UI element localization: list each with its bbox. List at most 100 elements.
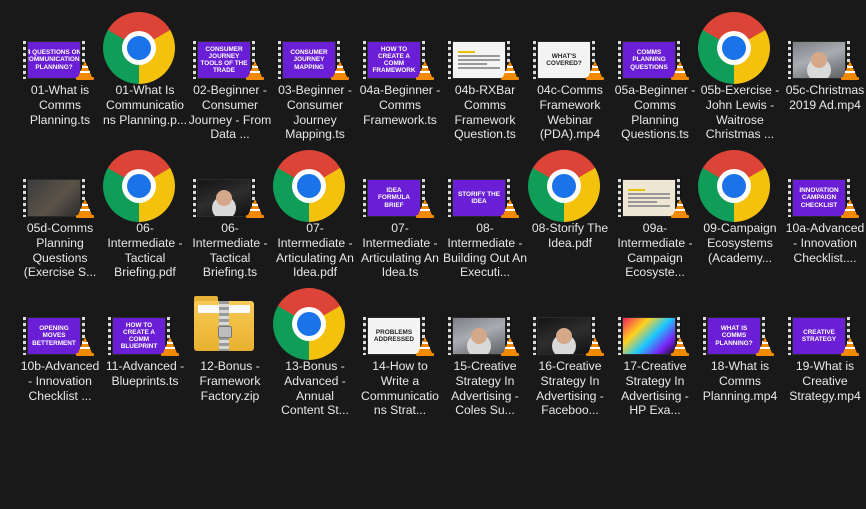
- vlc-cone-icon: [671, 199, 689, 219]
- file-item[interactable]: STORIFY THE IDEA 08-Intermediate - Buildi…: [443, 144, 528, 280]
- video-thumbnail: CONSUMER JOURNEY MAPPING: [273, 6, 357, 82]
- file-grid: 4 QUESTIONS ON COMMUNICATIONS PLANNING? 0…: [0, 0, 866, 509]
- file-item[interactable]: OPENING MOVES BETTERMENT 10b-Advanced - I…: [18, 282, 102, 416]
- thumbnail-title: CONSUMER JOURNEY TOOLS OF THE TRADE: [200, 45, 248, 75]
- thumbnail-title: WHAT'S COVERED?: [546, 52, 582, 67]
- file-item[interactable]: INNOVATION CAMPAIGN CHECKLIST 10a-Advance…: [783, 144, 866, 278]
- file-item[interactable]: 07-Intermediate - Articulating An Idea.p…: [273, 144, 357, 279]
- file-item[interactable]: 12-Bonus - Framework Factory.zip: [188, 282, 272, 416]
- file-item[interactable]: CONSUMER JOURNEY MAPPING 03-Beginner - Co…: [273, 6, 357, 142]
- thumbnail-title: INNOVATION CAMPAIGN CHECKLIST: [799, 187, 839, 209]
- zip-folder-icon: [194, 296, 254, 354]
- file-name: 04c-Comms Framework Webinar (PDA).mp4: [537, 83, 603, 142]
- vlc-cone-icon: [416, 199, 434, 219]
- person-preview: [556, 328, 572, 344]
- pdf-file-icon: [273, 282, 357, 360]
- vlc-cone-icon: [841, 199, 859, 219]
- thumbnail-title: CREATIVE STRATEGY: [801, 328, 837, 343]
- chrome-icon: [103, 150, 175, 222]
- video-thumbnail: [528, 282, 612, 358]
- file-item[interactable]: 4 QUESTIONS ON COMMUNICATIONS PLANNING? 0…: [18, 6, 102, 140]
- person-preview: [811, 52, 827, 68]
- file-item[interactable]: 04b-RXBar Comms Framework Question.ts: [443, 6, 527, 142]
- thumbnail-frame: OPENING MOVES BETTERMENT: [28, 318, 80, 354]
- file-item[interactable]: CONSUMER JOURNEY TOOLS OF THE TRADE 02-Be…: [188, 6, 272, 142]
- document-preview: [458, 49, 500, 71]
- file-item[interactable]: 05b-Exercise - John Lewis - Waitrose Chr…: [698, 6, 782, 141]
- file-item[interactable]: CREATIVE STRATEGY 19-What is Creative Str…: [783, 282, 866, 416]
- video-thumbnail: CREATIVE STRATEGY: [783, 282, 866, 358]
- file-name: 15-Creative Strategy In Advertising - Co…: [451, 359, 519, 418]
- file-item[interactable]: PROBLEMS ADDRESSED 14-How to Write a Comm…: [358, 282, 442, 418]
- file-item[interactable]: WHAT IS COMMS PLANNING? 18-What is Comms …: [698, 282, 782, 416]
- video-thumbnail: WHAT'S COVERED?: [528, 6, 612, 82]
- pdf-file-icon: [273, 144, 357, 222]
- thumbnail-frame: WHAT IS COMMS PLANNING?: [708, 318, 760, 354]
- file-name: 03-Beginner - Consumer Journey Mapping.t…: [278, 83, 352, 142]
- person-preview: [216, 190, 232, 206]
- file-name: 04b-RXBar Comms Framework Question.ts: [454, 83, 516, 142]
- thumbnail-frame: CONSUMER JOURNEY MAPPING: [283, 42, 335, 78]
- pdf-file-icon: [698, 144, 782, 222]
- file-name: 07-Intermediate - Articulating An Idea.t…: [361, 221, 439, 280]
- video-thumbnail: 4 QUESTIONS ON COMMUNICATIONS PLANNING?: [18, 6, 102, 82]
- file-item[interactable]: 06-Intermediate - Tactical Briefing.ts: [188, 144, 272, 280]
- thumbnail-frame: CONSUMER JOURNEY TOOLS OF THE TRADE: [198, 42, 250, 78]
- file-item[interactable]: WHAT'S COVERED? 04c-Comms Framework Webin…: [528, 6, 612, 142]
- vlc-cone-icon: [76, 61, 94, 81]
- pdf-file-icon: [528, 144, 612, 222]
- thumbnail-title: HOW TO CREATE A COMM BLUEPRINT: [120, 321, 158, 351]
- file-name: 02-Beginner - Consumer Journey - From Da…: [188, 83, 272, 142]
- file-item[interactable]: 15-Creative Strategy In Advertising - Co…: [443, 282, 527, 418]
- thumbnail-frame: COMMS PLANNING QUESTIONS: [623, 42, 675, 78]
- file-item[interactable]: 09a-Intermediate - Campaign Ecosyste...: [613, 144, 697, 279]
- thumbnail-frame: [453, 42, 505, 78]
- file-item[interactable]: 13-Bonus - Advanced - Annual Content St.…: [273, 282, 357, 417]
- vlc-cone-icon: [501, 199, 519, 219]
- vlc-cone-icon: [586, 337, 604, 357]
- zip-file-icon: [188, 282, 272, 358]
- file-name: 06-Intermediate - Tactical Briefing.ts: [192, 221, 268, 280]
- file-name: 10b-Advanced - Innovation Checklist ...: [20, 359, 100, 403]
- thumbnail-frame: [28, 180, 80, 216]
- file-item[interactable]: HOW TO CREATE A COMM FRAMEWORK 04a-Beginn…: [358, 6, 442, 140]
- vlc-cone-icon: [586, 61, 604, 81]
- thumbnail-title: STORIFY THE IDEA: [457, 190, 501, 205]
- file-item[interactable]: 17-Creative Strategy In Advertising - HP…: [613, 282, 697, 417]
- file-name: 05a-Beginner - Comms Planning Questions.…: [614, 83, 696, 142]
- chrome-icon: [698, 12, 770, 84]
- file-name: 04a-Beginner - Comms Framework.ts: [359, 83, 441, 127]
- file-item[interactable]: 16-Creative Strategy In Advertising - Fa…: [528, 282, 612, 417]
- file-name: 14-How to Write a Communications Strat..…: [361, 359, 439, 418]
- vlc-cone-icon: [416, 337, 434, 357]
- video-thumbnail: INNOVATION CAMPAIGN CHECKLIST: [783, 144, 866, 220]
- vlc-cone-icon: [416, 61, 434, 81]
- video-thumbnail: [188, 144, 272, 220]
- file-item[interactable]: 01-What Is Communications Planning.p...: [103, 6, 187, 140]
- vlc-cone-icon: [501, 61, 519, 81]
- thumbnail-frame: INNOVATION CAMPAIGN CHECKLIST: [793, 180, 845, 216]
- file-item[interactable]: HOW TO CREATE A COMM BLUEPRINT 11-Advance…: [103, 282, 187, 416]
- video-thumbnail: PROBLEMS ADDRESSED: [358, 282, 442, 358]
- thumbnail-title: CONSUMER JOURNEY MAPPING: [290, 49, 328, 71]
- file-item[interactable]: 06-Intermediate - Tactical Briefing.pdf: [103, 144, 187, 279]
- file-name: 09-Campaign Ecosystems (Academy...: [703, 221, 777, 265]
- file-name: 08-Intermediate - Building Out An Execut…: [443, 221, 528, 280]
- vlc-cone-icon: [841, 337, 859, 357]
- file-item[interactable]: COMMS PLANNING QUESTIONS 05a-Beginner - C…: [613, 6, 697, 142]
- vlc-cone-icon: [501, 337, 519, 357]
- file-item[interactable]: 05c-Christmas 2019 Ad.mp4: [783, 6, 866, 140]
- file-item[interactable]: 09-Campaign Ecosystems (Academy...: [698, 144, 782, 278]
- file-item[interactable]: 05d-Comms Planning Questions (Exercise S…: [18, 144, 102, 279]
- video-thumbnail: HOW TO CREATE A COMM FRAMEWORK: [358, 6, 442, 82]
- video-thumbnail: OPENING MOVES BETTERMENT: [18, 282, 102, 358]
- video-thumbnail: IDEA FORMULA BRIEF: [358, 144, 442, 220]
- file-item[interactable]: 08-Storify The Idea.pdf: [528, 144, 612, 278]
- vlc-cone-icon: [671, 337, 689, 357]
- thumbnail-frame: [623, 180, 675, 216]
- file-name: 05c-Christmas 2019 Ad.mp4: [785, 83, 865, 112]
- thumbnail-frame: [793, 42, 845, 78]
- video-thumbnail: STORIFY THE IDEA: [443, 144, 527, 220]
- thumbnail-frame: IDEA FORMULA BRIEF: [368, 180, 420, 216]
- file-item[interactable]: IDEA FORMULA BRIEF 07-Intermediate - Arti…: [358, 144, 442, 280]
